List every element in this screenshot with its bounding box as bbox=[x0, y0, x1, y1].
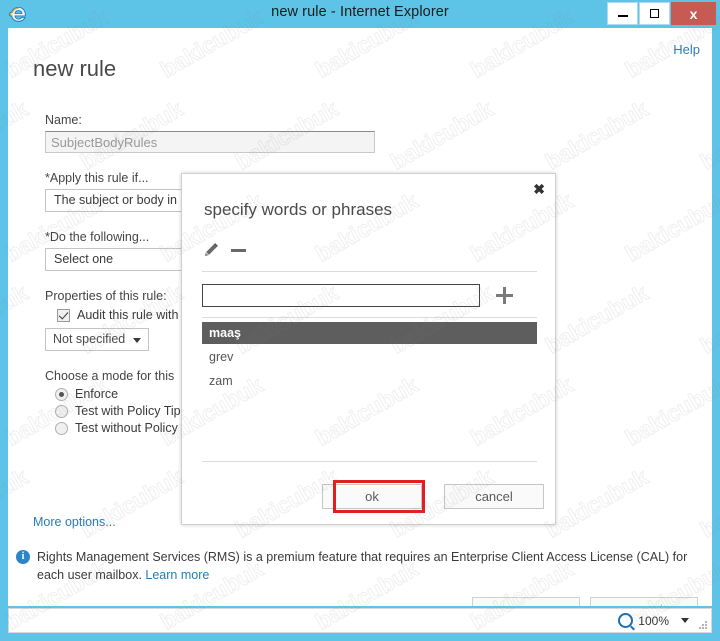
name-input[interactable] bbox=[45, 131, 375, 153]
minimize-button[interactable] bbox=[607, 2, 638, 25]
status-bar: 100% bbox=[8, 608, 712, 633]
radio-enforce[interactable] bbox=[55, 387, 68, 401]
dialog-divider-bottom bbox=[202, 461, 537, 462]
page-title: new rule bbox=[33, 56, 117, 81]
dialog-cancel-button[interactable]: cancel bbox=[444, 484, 544, 509]
audit-rule-label: Audit this rule with bbox=[77, 308, 179, 322]
maximize-button[interactable] bbox=[639, 2, 670, 25]
maximize-icon bbox=[650, 9, 659, 18]
zoom-level: 100% bbox=[638, 613, 669, 628]
specify-words-dialog: ✖ specify words or phrases maaş grev zam… bbox=[181, 173, 556, 525]
list-item[interactable]: zam bbox=[202, 370, 537, 392]
save-button[interactable]: save bbox=[472, 597, 580, 606]
dialog-divider-list bbox=[202, 317, 537, 318]
dialog-divider-top bbox=[202, 271, 537, 272]
words-list: maaş grev zam bbox=[202, 322, 537, 392]
severity-select[interactable]: Not specified bbox=[45, 328, 149, 351]
dialog-buttons: ok cancel bbox=[322, 484, 544, 509]
rms-info-message: Rights Management Services (RMS) is a pr… bbox=[37, 550, 688, 582]
info-icon: i bbox=[16, 550, 30, 564]
ok-button[interactable]: ok bbox=[322, 484, 422, 509]
mode-label-test-with-tips: Test with Policy Tips bbox=[75, 404, 187, 418]
more-options-link[interactable]: More options... bbox=[33, 515, 116, 529]
learn-more-link[interactable]: Learn more bbox=[145, 568, 209, 582]
mode-label-enforce: Enforce bbox=[75, 387, 119, 401]
mode-label-test-without-tips: Test without Policy T bbox=[75, 421, 189, 435]
close-window-icon: x bbox=[689, 5, 698, 22]
chevron-down-icon[interactable] bbox=[681, 618, 689, 623]
form-cancel-button[interactable]: cancel bbox=[590, 597, 698, 606]
word-input[interactable] bbox=[202, 284, 480, 307]
magnifier-icon bbox=[618, 613, 634, 628]
list-item[interactable]: maaş bbox=[202, 322, 537, 344]
pencil-icon[interactable] bbox=[202, 242, 219, 259]
minimize-icon bbox=[617, 15, 628, 17]
list-item[interactable]: grev bbox=[202, 346, 537, 368]
rms-info-text: Rights Management Services (RMS) is a pr… bbox=[37, 548, 706, 584]
radio-test-with-tips[interactable] bbox=[55, 404, 68, 418]
help-link[interactable]: Help bbox=[673, 42, 700, 57]
radio-test-without-tips[interactable] bbox=[55, 421, 68, 435]
internet-explorer-window: new rule - Internet Explorer x Help new … bbox=[0, 0, 720, 641]
window-titlebar: new rule - Internet Explorer x bbox=[0, 0, 720, 28]
plus-icon[interactable] bbox=[496, 287, 513, 304]
dialog-toolbar bbox=[202, 242, 246, 259]
page-content: Help new rule Name: *Apply this rule if.… bbox=[8, 28, 712, 606]
zoom-control[interactable]: 100% bbox=[618, 613, 689, 628]
dialog-title: specify words or phrases bbox=[204, 200, 393, 219]
form-footer-buttons: save cancel bbox=[462, 597, 698, 606]
close-icon[interactable]: ✖ bbox=[533, 182, 545, 196]
audit-rule-checkbox[interactable] bbox=[57, 308, 70, 322]
chevron-down-icon bbox=[133, 338, 141, 343]
name-label: Name: bbox=[45, 113, 82, 127]
rms-info-bar: i Rights Management Services (RMS) is a … bbox=[16, 548, 706, 584]
resize-grip[interactable] bbox=[698, 620, 707, 629]
word-entry-row bbox=[202, 284, 513, 307]
minus-icon[interactable] bbox=[231, 249, 246, 252]
window-controls: x bbox=[606, 2, 716, 25]
severity-value: Not specified bbox=[53, 332, 126, 346]
close-window-button[interactable]: x bbox=[671, 2, 716, 25]
